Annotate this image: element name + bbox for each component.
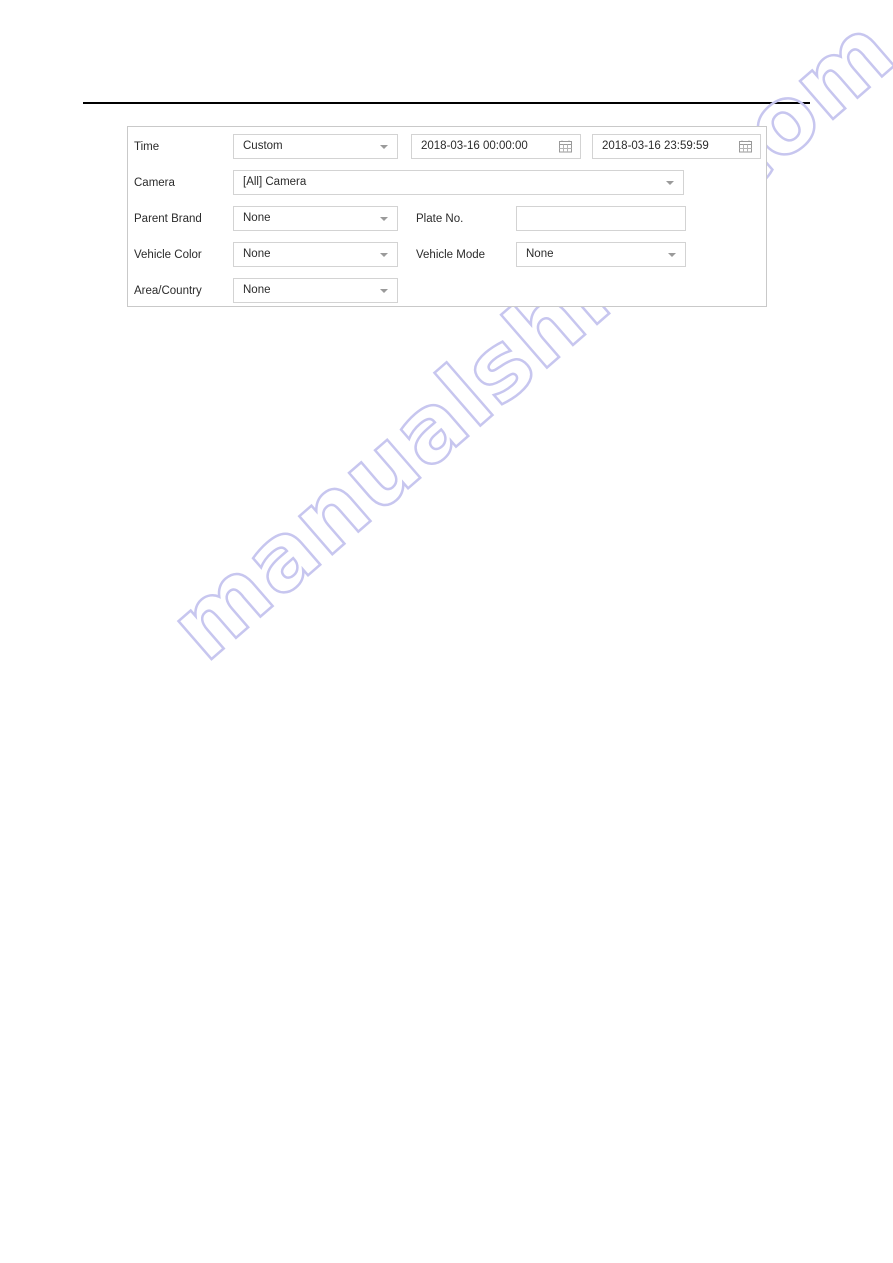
area-country-value: None xyxy=(243,284,271,296)
chevron-down-icon xyxy=(666,181,674,185)
plate-no-field[interactable] xyxy=(516,206,686,231)
vehicle-color-select[interactable]: None xyxy=(233,242,398,267)
calendar-icon[interactable] xyxy=(739,140,752,153)
label-time: Time xyxy=(134,141,160,153)
calendar-icon[interactable] xyxy=(559,140,572,153)
chevron-down-icon xyxy=(380,253,388,257)
label-camera: Camera xyxy=(134,177,175,189)
time-mode-value: Custom xyxy=(243,140,283,152)
filter-row-area-country: Area/Country None xyxy=(128,273,766,309)
chevron-down-icon xyxy=(380,145,388,149)
label-parent-brand: Parent Brand xyxy=(134,213,202,225)
label-vehicle-color: Vehicle Color xyxy=(134,249,202,261)
vehicle-search-filter-panel: Time Custom 2018-03-16 00:00:00 2018-03-… xyxy=(127,126,767,307)
camera-select[interactable]: [All] Camera xyxy=(233,170,684,195)
area-country-select[interactable]: None xyxy=(233,278,398,303)
chevron-down-icon xyxy=(668,253,676,257)
filter-row-camera: Camera [All] Camera xyxy=(128,165,766,201)
label-area-country: Area/Country xyxy=(134,285,202,297)
parent-brand-select[interactable]: None xyxy=(233,206,398,231)
camera-value: [All] Camera xyxy=(243,176,307,188)
time-mode-select[interactable]: Custom xyxy=(233,134,398,159)
start-datetime-input[interactable]: 2018-03-16 00:00:00 xyxy=(411,134,581,159)
header-divider xyxy=(83,102,810,104)
chevron-down-icon xyxy=(380,217,388,221)
start-datetime-value: 2018-03-16 00:00:00 xyxy=(421,140,528,152)
parent-brand-value: None xyxy=(243,212,271,224)
filter-row-brand-plate: Parent Brand None Plate No. xyxy=(128,201,766,237)
filter-row-color-mode: Vehicle Color None Vehicle Mode None xyxy=(128,237,766,273)
vehicle-mode-value: None xyxy=(526,248,554,260)
chevron-down-icon xyxy=(380,289,388,293)
filter-row-time: Time Custom 2018-03-16 00:00:00 2018-03-… xyxy=(128,129,766,165)
label-plate-no: Plate No. xyxy=(416,213,464,225)
label-vehicle-mode: Vehicle Mode xyxy=(416,249,486,261)
end-datetime-value: 2018-03-16 23:59:59 xyxy=(602,140,709,152)
end-datetime-input[interactable]: 2018-03-16 23:59:59 xyxy=(592,134,761,159)
vehicle-mode-select[interactable]: None xyxy=(516,242,686,267)
vehicle-color-value: None xyxy=(243,248,271,260)
